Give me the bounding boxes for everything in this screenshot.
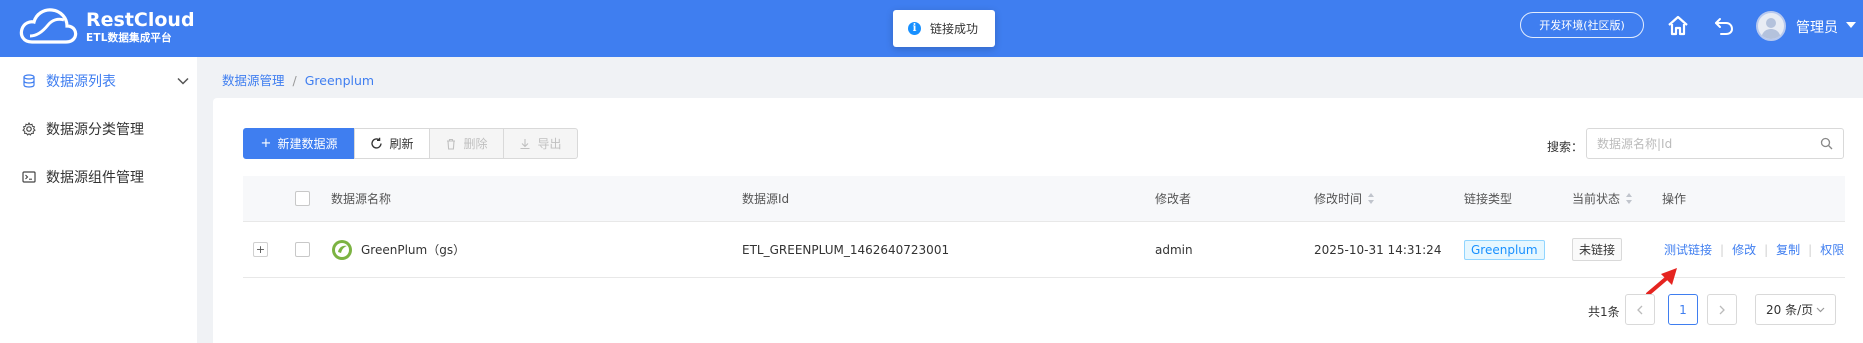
column-header-name: 数据源名称 xyxy=(331,192,392,206)
status-badge: 未链接 xyxy=(1572,238,1623,261)
column-header-label: 当前状态 xyxy=(1572,192,1621,206)
chevron-down-icon[interactable] xyxy=(177,77,189,85)
action-separator: | xyxy=(1764,242,1769,257)
column-header-modified-time[interactable]: 修改时间 xyxy=(1314,176,1375,221)
test-connection-link[interactable]: 测试链接 xyxy=(1664,241,1712,258)
terminal-icon xyxy=(22,171,36,183)
success-toast: i 链接成功 xyxy=(893,10,995,47)
column-header-actions: 操作 xyxy=(1662,192,1687,206)
status-cell: 未链接 xyxy=(1572,222,1623,277)
edit-link[interactable]: 修改 xyxy=(1732,241,1756,258)
refresh-icon xyxy=(371,137,383,149)
greenplum-logo-icon xyxy=(332,239,352,260)
chevron-right-icon xyxy=(1719,305,1725,314)
delete-button[interactable]: 删除 xyxy=(429,128,504,159)
search-input[interactable] xyxy=(1597,129,1817,158)
modifier: admin xyxy=(1155,242,1193,257)
gear-icon xyxy=(22,122,36,136)
chevron-down-icon xyxy=(1816,307,1825,313)
table-header: 数据源名称 数据源Id 修改者 修改时间 链接类型 当前状态 操作 xyxy=(243,176,1845,222)
environment-button[interactable]: 开发环境(社区版) xyxy=(1520,12,1644,38)
prev-page-button[interactable] xyxy=(1625,294,1655,325)
toast-message: 链接成功 xyxy=(930,22,979,36)
search-label: 搜索： xyxy=(1547,140,1584,154)
sidebar: 数据源列表 数据源分类管理 数据源组件管理 xyxy=(0,57,197,343)
sort-icon[interactable] xyxy=(1626,192,1633,205)
modified-time: 2025-10-31 14:31:24 xyxy=(1314,242,1442,257)
plus-icon: + xyxy=(260,136,272,151)
select-all-checkbox[interactable] xyxy=(295,191,310,206)
sidebar-item-label: 数据源分类管理 xyxy=(46,122,144,138)
column-header-link-type: 链接类型 xyxy=(1464,192,1513,206)
cloud-logo-icon xyxy=(19,8,78,44)
chevron-left-icon xyxy=(1637,305,1643,314)
table-row: + GreenPlum（gs） ETL_GREENPLUM_1462640723… xyxy=(243,222,1845,278)
new-datasource-label: 新建数据源 xyxy=(277,137,338,151)
sidebar-item-category-management[interactable]: 数据源分类管理 xyxy=(0,105,197,153)
select-all-cell xyxy=(295,176,310,221)
breadcrumb: 数据源管理 / Greenplum xyxy=(222,70,374,89)
copy-link[interactable]: 复制 xyxy=(1776,241,1800,258)
export-label: 导出 xyxy=(537,137,562,151)
caret-down-icon[interactable] xyxy=(1846,22,1856,28)
link-type-tag: Greenplum xyxy=(1464,239,1545,260)
download-icon xyxy=(520,138,530,149)
breadcrumb-separator: / xyxy=(292,73,297,88)
datasource-id: ETL_GREENPLUM_1462640723001 xyxy=(742,242,950,257)
red-arrow-annotation xyxy=(1646,268,1677,296)
page-number-button[interactable]: 1 xyxy=(1668,294,1698,325)
search-icon[interactable] xyxy=(1820,137,1833,150)
toolbar: + 新建数据源 刷新 删除 导出 xyxy=(243,128,578,159)
datasource-name-cell: GreenPlum（gs） xyxy=(331,222,465,277)
database-icon xyxy=(23,74,35,88)
action-separator: | xyxy=(1808,242,1813,257)
column-header-label: 修改时间 xyxy=(1314,192,1363,206)
search-box xyxy=(1586,128,1844,159)
undo-icon[interactable] xyxy=(1712,14,1736,38)
refresh-button[interactable]: 刷新 xyxy=(354,128,430,159)
page-size-select[interactable]: 20 条/页 xyxy=(1755,294,1836,325)
export-button[interactable]: 导出 xyxy=(503,128,578,159)
column-header-id: 数据源Id xyxy=(742,192,790,206)
row-select-cell xyxy=(295,222,310,277)
action-separator: | xyxy=(1720,242,1725,257)
home-icon[interactable] xyxy=(1666,14,1690,38)
sidebar-item-component-management[interactable]: 数据源组件管理 xyxy=(0,153,197,201)
avatar[interactable] xyxy=(1756,11,1786,41)
app-name: RestCloud xyxy=(86,8,195,31)
sort-icon[interactable] xyxy=(1368,192,1375,205)
sidebar-item-datasource-list[interactable]: 数据源列表 xyxy=(0,57,197,105)
app-logo[interactable]: RestCloud ETL数据集成平台 xyxy=(18,6,195,48)
datasource-name[interactable]: GreenPlum（gs） xyxy=(361,241,465,258)
permission-link[interactable]: 权限 xyxy=(1820,241,1844,258)
page-size-value: 20 条/页 xyxy=(1766,303,1814,317)
new-datasource-button[interactable]: + 新建数据源 xyxy=(243,128,355,159)
app-subtitle: ETL数据集成平台 xyxy=(86,31,172,44)
user-name[interactable]: 管理员 xyxy=(1796,17,1838,37)
refresh-label: 刷新 xyxy=(389,137,414,151)
link-type-cell: Greenplum xyxy=(1464,222,1545,277)
actions-cell: 测试链接 | 修改 | 复制 | 权限 xyxy=(1664,222,1844,277)
info-icon: i xyxy=(908,22,921,35)
column-header-status[interactable]: 当前状态 xyxy=(1572,176,1633,221)
expand-cell: + xyxy=(253,222,268,277)
trash-icon xyxy=(447,138,456,150)
breadcrumb-item-greenplum[interactable]: Greenplum xyxy=(305,73,374,88)
delete-label: 删除 xyxy=(463,137,488,151)
next-page-button[interactable] xyxy=(1707,294,1737,325)
expand-row-button[interactable]: + xyxy=(253,242,268,257)
user-avatar-icon xyxy=(1761,18,1781,39)
row-checkbox[interactable] xyxy=(295,242,310,257)
sidebar-item-label: 数据源列表 xyxy=(46,74,116,90)
column-header-modifier: 修改者 xyxy=(1155,192,1192,206)
sidebar-item-label: 数据源组件管理 xyxy=(46,170,144,186)
breadcrumb-item-datasource-management[interactable]: 数据源管理 xyxy=(222,73,285,88)
total-count: 共1条 xyxy=(1588,305,1620,319)
